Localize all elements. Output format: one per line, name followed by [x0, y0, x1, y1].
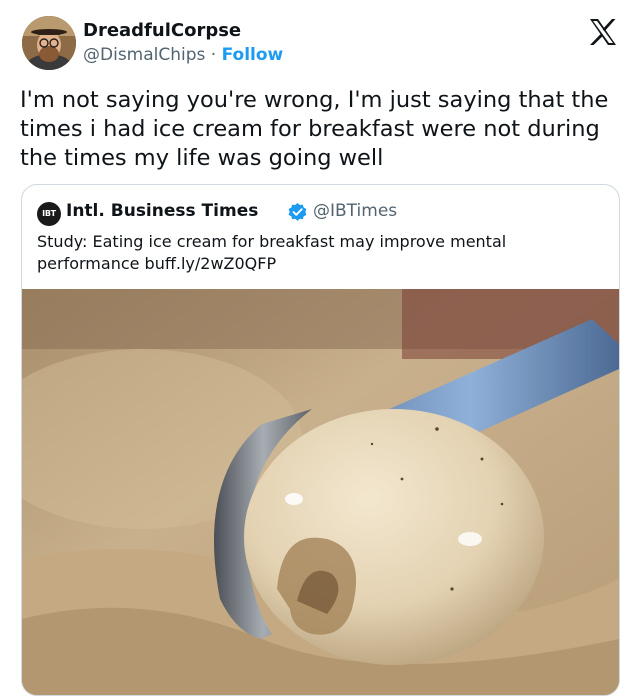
ice-cream-photo[interactable]: [22, 289, 619, 695]
author-handle[interactable]: @DismalChips: [83, 45, 205, 65]
author-display-name[interactable]: DreadfulCorpse: [83, 20, 241, 41]
x-logo-icon[interactable]: [588, 18, 618, 46]
quoted-tweet-text: Study: Eating ice cream for breakfast ma…: [37, 232, 507, 273]
quoted-author-avatar[interactable]: IBT: [37, 202, 61, 226]
separator-dot: ·: [205, 45, 222, 65]
verified-badge-icon: [287, 202, 308, 223]
tweet-card: DreadfulCorpse @DismalChips · Follow I'm…: [0, 0, 640, 696]
quoted-tweet[interactable]: IBT Intl. Business Times @IBTimes Study:…: [21, 184, 620, 696]
author-handle-row: @DismalChips · Follow: [83, 45, 283, 65]
tweet-text: I'm not saying you're wrong, I'm just sa…: [20, 87, 609, 171]
quoted-author-name[interactable]: Intl. Business Times: [66, 201, 258, 221]
quoted-author-handle[interactable]: @IBTimes: [313, 201, 397, 221]
author-avatar[interactable]: [22, 16, 76, 70]
follow-button[interactable]: Follow: [222, 45, 284, 65]
